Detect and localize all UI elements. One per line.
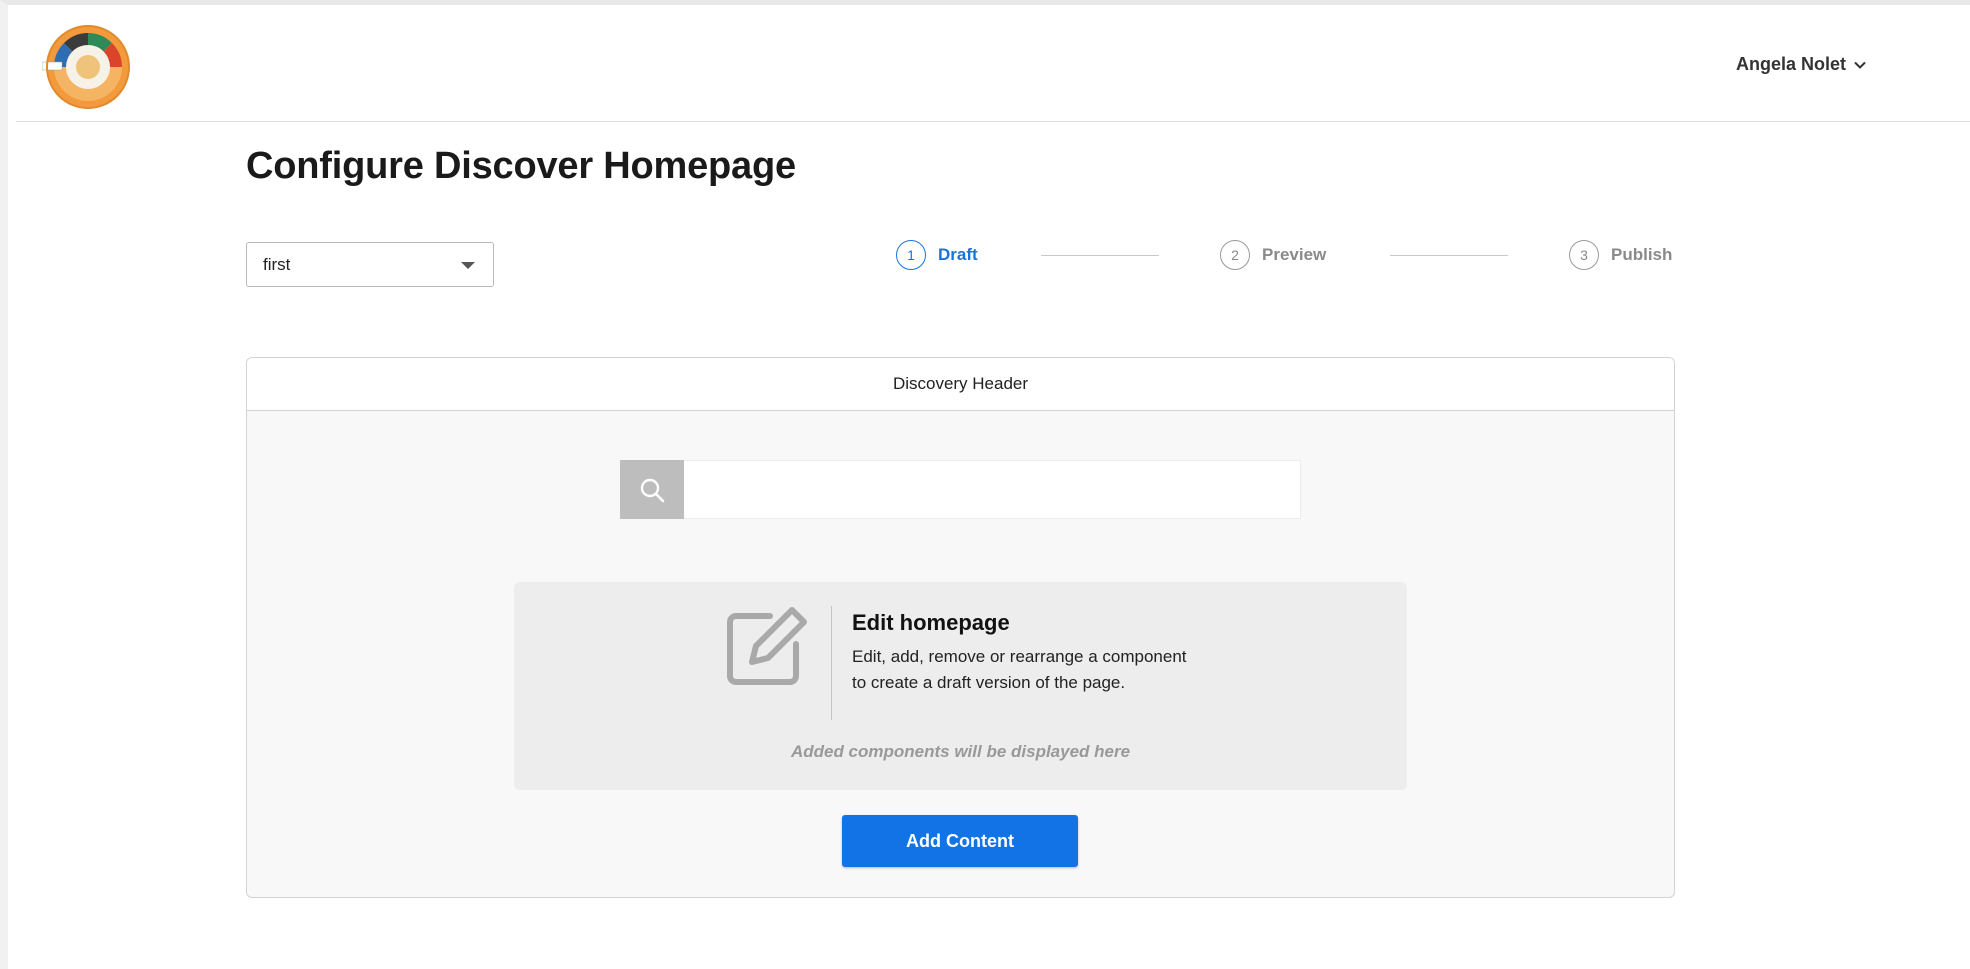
step-number: 1 xyxy=(896,240,926,270)
add-content-button[interactable]: Add Content xyxy=(842,815,1078,867)
step-publish[interactable]: 3 Publish xyxy=(1569,240,1672,270)
step-label: Preview xyxy=(1262,245,1327,264)
components-hint: Added components will be displayed here xyxy=(790,742,1131,761)
edit-homepage-panel: Edit homepage Edit, add, remove or rearr… xyxy=(514,582,1407,790)
step-preview[interactable]: 2 Preview xyxy=(1220,240,1326,270)
step-label: Draft xyxy=(938,245,978,264)
step-number: 2 xyxy=(1220,240,1250,270)
app-window: Angela Nolet Configure Discover Homepage… xyxy=(0,0,1970,969)
discovery-card: Discovery Header Edit homepage Edit, add… xyxy=(246,357,1675,898)
step-draft[interactable]: 1 Draft xyxy=(896,240,978,270)
step-label: Publish xyxy=(1611,245,1673,264)
chevron-down-icon xyxy=(1854,61,1866,69)
edit-title: Edit homepage xyxy=(852,610,1010,635)
edit-description: Edit, add, remove or rearrange a compone… xyxy=(852,647,1187,692)
stepper: 1 Draft 2 Preview 3 Publish xyxy=(896,240,1676,272)
user-menu[interactable]: Angela Nolet xyxy=(1736,54,1868,75)
user-name: Angela Nolet xyxy=(1735,54,1846,74)
select-value: first xyxy=(263,254,291,274)
step-connector xyxy=(1041,255,1159,256)
step-number: 3 xyxy=(1569,240,1599,270)
search-icon xyxy=(640,478,665,502)
page-version-select[interactable]: first xyxy=(246,242,494,287)
step-connector xyxy=(1390,255,1508,256)
circular-org-logo[interactable] xyxy=(42,24,134,110)
edit-divider xyxy=(831,606,832,720)
edit-icon xyxy=(727,607,807,685)
search-input[interactable] xyxy=(684,461,1300,518)
caret-down-icon xyxy=(461,262,475,269)
card-header: Discovery Header xyxy=(247,358,1674,411)
search-button[interactable] xyxy=(620,460,684,519)
top-bar: Angela Nolet xyxy=(16,10,1970,122)
page-title: Configure Discover Homepage xyxy=(246,145,796,187)
search-bar xyxy=(620,460,1301,519)
edit-text: Edit homepage Edit, add, remove or rearr… xyxy=(852,610,1192,696)
